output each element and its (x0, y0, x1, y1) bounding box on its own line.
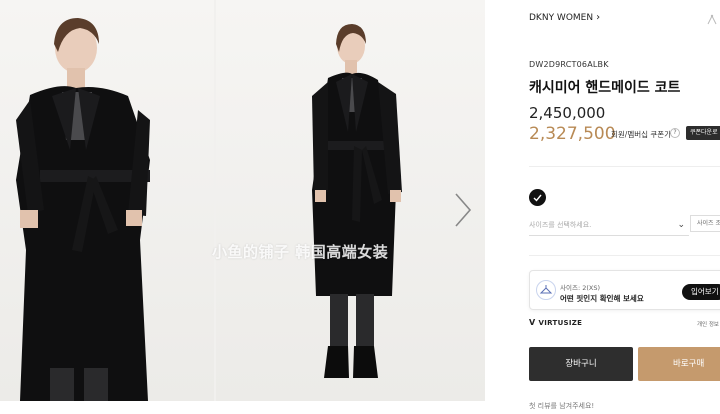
product-sku: DW2D9RCT06ALBK (529, 60, 609, 69)
virtusize-logo: V VIRTUSIZE (529, 318, 582, 327)
brand-link[interactable]: DKNY WOMEN › (529, 12, 600, 23)
sale-price: 2,327,500 (529, 124, 616, 144)
product-page: 小鱼的铺子 韩国高端女装 DKNY WOMEN › DW2D9RCT06ALBK … (0, 0, 720, 414)
size-select[interactable]: 사이즈를 선택하세요. ⌄ (529, 214, 689, 236)
size-guide-button[interactable]: 사이즈 조 (690, 215, 720, 232)
virtusize-size: 사이즈: 2(XS) (560, 284, 600, 292)
product-name: 캐시미어 핸드메이드 코트 (529, 80, 681, 96)
product-photo-full-length[interactable] (216, 0, 485, 401)
review-prompt[interactable]: 첫 리뷰를 남겨주세요! (529, 401, 594, 411)
virtusize-logo-text: VIRTUSIZE (538, 319, 583, 327)
privacy-link[interactable]: 개인 정보 (697, 320, 719, 328)
chevron-right-icon: › (596, 12, 601, 23)
help-icon[interactable]: ? (670, 128, 680, 138)
try-on-button[interactable]: 입어보기 (682, 284, 720, 300)
chevron-down-icon: ⌄ (677, 220, 685, 230)
sale-price-label: 회원/멤버십 쿠폰가 (611, 130, 672, 139)
color-swatch-black[interactable] (529, 189, 546, 206)
virtusize-message: 어떤 핏인지 확인해 보세요 (560, 294, 644, 303)
divider (529, 166, 720, 167)
hanger-icon (536, 280, 556, 300)
size-select-placeholder: 사이즈를 선택하세요. (529, 221, 592, 229)
product-details-panel: DKNY WOMEN › DW2D9RCT06ALBK 캐시미어 핸드메이드 코트… (515, 0, 720, 414)
product-photo-front-closeup[interactable] (0, 0, 214, 401)
original-price: 2,450,000 (529, 104, 606, 122)
gallery-next-arrow-icon[interactable] (452, 190, 474, 230)
buy-now-button[interactable]: 바로구매 (638, 347, 720, 381)
product-gallery: 小鱼的铺子 韩国高端女装 (0, 0, 485, 401)
brand-label: DKNY WOMEN (529, 13, 594, 23)
virtusize-widget: 사이즈: 2(XS) 어떤 핏인지 확인해 보세요 입어보기 (529, 270, 720, 310)
add-to-cart-button[interactable]: 장바구니 (529, 347, 633, 381)
watermark-text: 小鱼的铺子 韩国高端女装 (212, 243, 389, 261)
virtusize-logo-mark: V (529, 318, 536, 327)
share-icon[interactable] (705, 12, 719, 26)
coupon-download-button[interactable]: 쿠폰다운로 (686, 126, 720, 140)
divider (529, 255, 720, 256)
